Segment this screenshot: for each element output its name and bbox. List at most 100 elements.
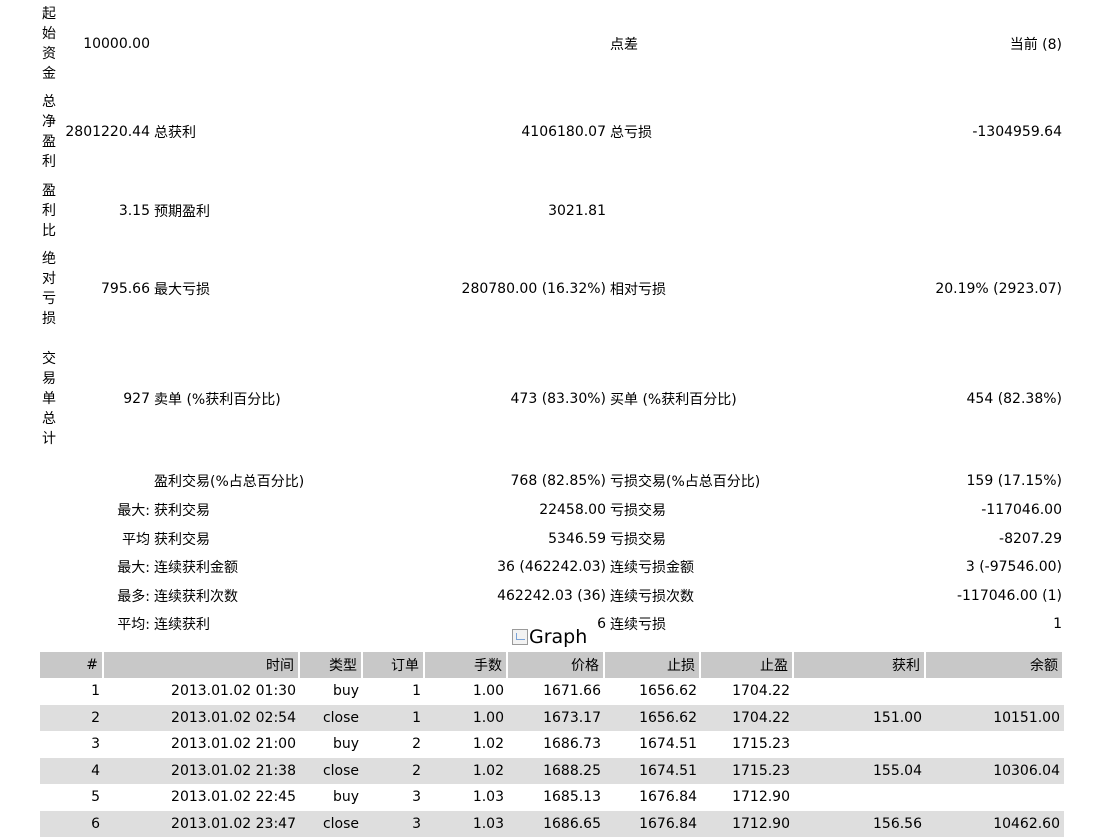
table-cell: 1674.51 — [605, 758, 701, 785]
table-cell: close — [300, 811, 363, 837]
table-cell: 1 — [40, 678, 104, 705]
table-cell: 3 — [363, 784, 425, 811]
average-prefix: 平均 — [58, 524, 152, 553]
profit-trades-value: 768 (82.85%) — [332, 466, 608, 496]
row-max-consecutive: 最大: 连续获利金额 36 (462242.03) 连续亏损金额 3 (-975… — [40, 553, 1064, 581]
table-cell: 1.02 — [425, 731, 508, 758]
graph-image: Graph — [512, 624, 587, 650]
table-cell: 6 — [40, 811, 104, 837]
column-header: 止盈 — [701, 652, 794, 678]
maximal-drawdown-label: 最大亏损 — [152, 246, 332, 332]
table-cell: close — [300, 705, 363, 732]
loss-trades-value: 159 (17.15%) — [798, 466, 1064, 496]
table-cell: buy — [300, 731, 363, 758]
relative-drawdown-label: 相对亏损 — [608, 246, 798, 332]
table-cell: 1.02 — [425, 758, 508, 785]
table-cell: 1.00 — [425, 705, 508, 732]
table-cell: 2013.01.02 21:38 — [104, 758, 300, 785]
column-header: 余额 — [926, 652, 1064, 678]
initial-deposit-value: 10000.00 — [58, 0, 152, 88]
row-total-trades: 交易单总计 927 卖单 (%获利百分比) 473 (83.30%) 买单 (%… — [40, 332, 1064, 466]
column-header: 订单 — [363, 652, 425, 678]
maximal-consecutive-profit-value: 462242.03 (36) — [332, 581, 608, 610]
largest-profit-label: 获利交易 — [152, 496, 332, 524]
table-cell: 1704.22 — [701, 705, 794, 732]
maximal-consecutive-loss-label: 连续亏损次数 — [608, 581, 798, 610]
table-cell: 2013.01.02 01:30 — [104, 678, 300, 705]
table-cell: 1673.17 — [508, 705, 605, 732]
table-cell: 1656.62 — [605, 678, 701, 705]
max-consecutive-losses-value: 3 (-97546.00) — [798, 553, 1064, 581]
table-cell: 1.03 — [425, 811, 508, 837]
maximal-consecutive-prefix: 最多: — [58, 581, 152, 610]
row-largest: 最大: 获利交易 22458.00 亏损交易 -117046.00 — [40, 496, 1064, 524]
spread-label: 点差 — [608, 0, 798, 88]
profit-trades-label: 盈利交易(%占总百分比) — [152, 466, 332, 496]
table-row: 2 2013.01.02 02:54 close 1 1.00 1673.17 … — [40, 705, 1064, 732]
expected-payoff-value: 3021.81 — [332, 176, 608, 246]
avg-consecutive-losses-value: 1 — [798, 610, 1064, 638]
maximal-consecutive-loss-value: -117046.00 (1) — [798, 581, 1064, 610]
table-cell: 2013.01.02 21:00 — [104, 731, 300, 758]
absolute-drawdown-value: 795.66 — [58, 246, 152, 332]
total-net-profit-value: 2801220.44 — [58, 88, 152, 176]
column-header: 价格 — [508, 652, 605, 678]
relative-drawdown-value: 20.19% (2923.07) — [798, 246, 1064, 332]
summary-table: 起始资金 10000.00 点差 当前 (8) 总净盈利 2801220.44 … — [40, 0, 1064, 638]
spread-value: 当前 (8) — [798, 0, 1064, 88]
maximal-consecutive-profit-label: 连续获利次数 — [152, 581, 332, 610]
table-cell: 10306.04 — [926, 758, 1064, 785]
table-cell: 4 — [40, 758, 104, 785]
table-cell: 151.00 — [794, 705, 926, 732]
largest-loss-value: -117046.00 — [798, 496, 1064, 524]
table-cell: 5 — [40, 784, 104, 811]
largest-profit-value: 22458.00 — [332, 496, 608, 524]
avg-consecutive-wins-label: 连续获利 — [152, 610, 332, 638]
table-cell — [926, 784, 1064, 811]
table-cell: 1.00 — [425, 678, 508, 705]
column-header: 获利 — [794, 652, 926, 678]
profit-factor-label: 盈利比 — [42, 181, 56, 241]
table-row: 5 2013.01.02 22:45 buy 3 1.03 1685.13 16… — [40, 784, 1064, 811]
column-header: 类型 — [300, 652, 363, 678]
broken-image-icon — [512, 629, 528, 645]
table-cell: 1 — [363, 705, 425, 732]
table-cell: 1671.66 — [508, 678, 605, 705]
loss-trades-label: 亏损交易(%占总百分比) — [608, 466, 798, 496]
summary-report: 起始资金 10000.00 点差 当前 (8) 总净盈利 2801220.44 … — [40, 0, 1064, 638]
table-cell: 1686.73 — [508, 731, 605, 758]
average-loss-value: -8207.29 — [798, 524, 1064, 553]
total-trades-label: 交易单总计 — [42, 349, 56, 449]
table-cell: buy — [300, 784, 363, 811]
max-consecutive-wins-label: 连续获利金额 — [152, 553, 332, 581]
absolute-drawdown-label: 绝对亏损 — [42, 249, 56, 329]
table-cell — [794, 678, 926, 705]
gross-loss-value: -1304959.64 — [798, 88, 1064, 176]
row-profit-trades: 盈利交易(%占总百分比) 768 (82.85%) 亏损交易(%占总百分比) 1… — [40, 466, 1064, 496]
avg-consecutive-prefix: 平均: — [58, 610, 152, 638]
table-row: 1 2013.01.02 01:30 buy 1 1.00 1671.66 16… — [40, 678, 1064, 705]
table-cell: 1712.90 — [701, 811, 794, 837]
row-drawdown: 绝对亏损 795.66 最大亏损 280780.00 (16.32%) 相对亏损… — [40, 246, 1064, 332]
average-loss-label: 亏损交易 — [608, 524, 798, 553]
table-cell — [926, 731, 1064, 758]
long-positions-value: 454 (82.38%) — [798, 332, 1064, 466]
row-maximal-consecutive: 最多: 连续获利次数 462242.03 (36) 连续亏损次数 -117046… — [40, 581, 1064, 610]
trades-table: # 时间 类型 订单 手数 价格 止损 止盈 获利 余额 1 2013.01.0… — [40, 652, 1064, 837]
table-cell — [794, 784, 926, 811]
table-cell: 1 — [363, 678, 425, 705]
maximal-drawdown-value: 280780.00 (16.32%) — [332, 246, 608, 332]
short-positions-label: 卖单 (%获利百分比) — [152, 332, 332, 466]
table-cell: 1656.62 — [605, 705, 701, 732]
long-positions-label: 买单 (%获利百分比) — [608, 332, 798, 466]
table-cell: 2013.01.02 22:45 — [104, 784, 300, 811]
row-profit-factor: 盈利比 3.15 预期盈利 3021.81 — [40, 176, 1064, 246]
table-cell: 10151.00 — [926, 705, 1064, 732]
table-cell: 1676.84 — [605, 784, 701, 811]
average-profit-label: 获利交易 — [152, 524, 332, 553]
table-cell: 1688.25 — [508, 758, 605, 785]
table-cell: 1715.23 — [701, 758, 794, 785]
table-cell: 1704.22 — [701, 678, 794, 705]
table-cell: close — [300, 758, 363, 785]
total-net-profit-label: 总净盈利 — [42, 92, 56, 172]
